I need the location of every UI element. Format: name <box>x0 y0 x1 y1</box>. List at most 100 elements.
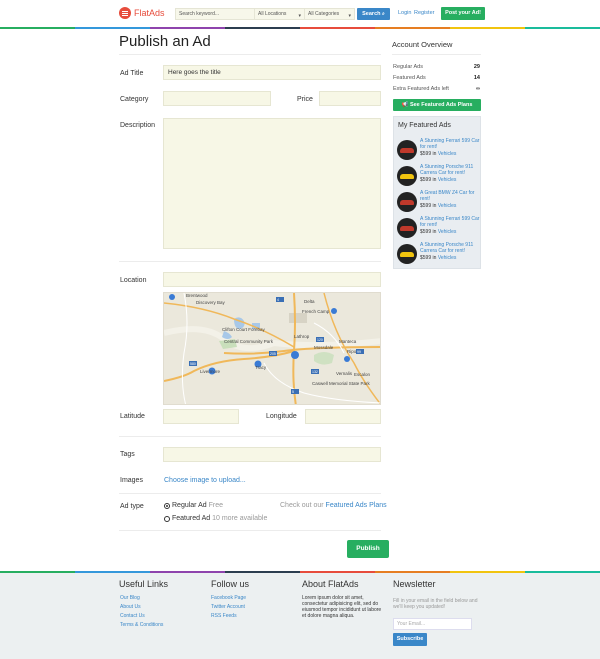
map-place-label: Mossdale <box>314 345 334 350</box>
car-thumbnail[interactable] <box>397 244 417 264</box>
divider <box>119 54 381 55</box>
search-button[interactable]: Search ⌕ <box>357 8 390 20</box>
featured-ad-price: $599 in Vehicles <box>420 177 456 183</box>
newsletter-email-input[interactable]: Your Email... <box>393 618 472 630</box>
stat-value: ∞ <box>476 86 480 92</box>
car-thumbnail[interactable] <box>397 166 417 186</box>
logo-icon <box>119 7 131 19</box>
price-value: $599 <box>420 255 432 261</box>
map-place-label: Tracy <box>255 365 267 370</box>
latitude-input[interactable] <box>163 409 239 424</box>
car-icon <box>400 200 414 205</box>
price-value: $599 <box>420 151 432 157</box>
category-link[interactable]: Vehicles <box>438 203 457 209</box>
ad-type-label: Ad type <box>120 503 144 510</box>
publish-button[interactable]: Publish <box>347 540 389 558</box>
location-label: Location <box>120 277 147 284</box>
location-select[interactable]: All Locations ▾ <box>255 8 305 20</box>
footer-link-terms[interactable]: Terms & Conditions <box>120 622 163 628</box>
footer-link-twitter[interactable]: Twitter Account <box>211 604 245 610</box>
divider <box>119 493 381 494</box>
highway-label: 99 <box>357 350 361 354</box>
login-link[interactable]: Login <box>398 10 411 16</box>
car-thumbnail[interactable] <box>397 192 417 212</box>
featured-ad-item[interactable]: A Stunning Porsche 911 Carrera Car for r… <box>397 164 480 189</box>
category-select[interactable] <box>163 91 271 106</box>
highway-label: 205 <box>270 352 276 356</box>
logo[interactable]: FlatAds <box>119 7 165 19</box>
useful-links-title: Useful Links <box>119 579 169 589</box>
megaphone-icon: 📢 <box>401 102 409 108</box>
top-header: FlatAds Search keyword... All Locations … <box>0 0 600 27</box>
price-in: in <box>432 203 437 209</box>
description-textarea[interactable] <box>163 118 381 249</box>
divider <box>119 530 381 531</box>
footer-link-rss[interactable]: RSS Feeds <box>211 613 237 619</box>
stripe-segment <box>450 27 525 29</box>
featured-ad-title[interactable]: A Great BMW Z4 Car for rent! <box>420 190 480 202</box>
map-place-label: Central Community Park <box>224 339 274 344</box>
stripe-segment <box>150 27 225 29</box>
featured-ad-title[interactable]: A Stunning Porsche 911 Carrera Car for r… <box>420 164 480 176</box>
search-input[interactable]: Search keyword... <box>175 8 255 20</box>
subscribe-button[interactable]: Subscribe <box>393 633 427 646</box>
register-link[interactable]: Register <box>414 10 434 16</box>
chevron-down-icon: ▾ <box>298 13 301 19</box>
see-featured-plans-label: See Featured Ads Plans <box>409 102 473 108</box>
featured-ad-item[interactable]: A Great BMW Z4 Car for rent! $599 in Vehi… <box>397 190 480 215</box>
category-select-value: All Categories <box>308 11 340 17</box>
footer-link-blog[interactable]: Our Blog <box>120 595 140 601</box>
search-button-label: Search <box>362 11 381 17</box>
regular-ad-label: Regular Ad <box>172 502 207 509</box>
post-ad-button[interactable]: Post your Ad! <box>441 7 485 20</box>
radio-featured-ad[interactable]: Featured Ad 10 more available <box>164 515 267 522</box>
price-in: in <box>432 255 437 261</box>
featured-ad-title[interactable]: A Stunning Porsche 911 Carrera Car for r… <box>420 242 480 254</box>
footer-link-contact[interactable]: Contact Us <box>120 613 145 619</box>
footer-link-about[interactable]: About Us <box>120 604 141 610</box>
location-map[interactable]: Brentwood Discovery Bay French Camp Clifton… <box>163 292 381 405</box>
category-select[interactable]: All Categories ▾ <box>305 8 355 20</box>
category-link[interactable]: Vehicles <box>438 151 457 157</box>
featured-ad-item[interactable]: A Stunning Porsche 911 Carrera Car for r… <box>397 242 480 267</box>
featured-ad-title[interactable]: A Stunning Ferrari 599 Car for rent! <box>420 138 480 150</box>
price-in: in <box>432 177 437 183</box>
newsletter-title: Newsletter <box>393 579 436 589</box>
tags-label: Tags <box>120 451 135 458</box>
upload-image-link[interactable]: Choose image to upload... <box>164 477 246 484</box>
car-thumbnail[interactable] <box>397 140 417 160</box>
featured-plans-link[interactable]: Featured Ads Plans <box>326 502 387 509</box>
category-link[interactable]: Vehicles <box>438 229 457 235</box>
footer: Useful Links Our Blog About Us Contact U… <box>0 573 600 659</box>
car-icon <box>400 148 414 153</box>
car-icon <box>400 252 414 257</box>
ad-title-label: Ad Title <box>120 70 144 77</box>
ad-title-input[interactable]: Here goes the title <box>163 65 381 80</box>
price-input[interactable] <box>319 91 381 106</box>
tags-input[interactable] <box>163 447 381 462</box>
stat-value: 14 <box>473 75 480 81</box>
color-stripe-top <box>0 27 600 29</box>
logo-text: FlatAds <box>134 8 165 18</box>
featured-ad-price: $599 in Vehicles <box>420 151 456 157</box>
newsletter-text-line: we'll keep you updated! <box>393 604 446 610</box>
stripe-segment <box>375 27 450 29</box>
location-input[interactable] <box>163 272 381 287</box>
radio-regular-ad[interactable]: Regular Ad Free <box>164 502 223 509</box>
featured-ad-item[interactable]: A Stunning Ferrari 599 Car for rent! $599… <box>397 138 480 163</box>
footer-link-facebook[interactable]: Facebook Page <box>211 595 246 601</box>
map-place-label: Clifton Court Forebay <box>222 327 266 332</box>
map-place-label: Escalon <box>354 372 371 377</box>
longitude-input[interactable] <box>305 409 381 424</box>
featured-ad-item[interactable]: A Stunning Ferrari 599 Car for rent! $599… <box>397 216 480 241</box>
category-link[interactable]: Vehicles <box>438 255 457 261</box>
featured-ad-title[interactable]: A Stunning Ferrari 599 Car for rent! <box>420 216 480 228</box>
featured-ad-price: $599 in Vehicles <box>420 203 456 209</box>
price-in: in <box>432 229 437 235</box>
about-text: Lorem ipsum dolor sit amet, consectetur … <box>302 595 387 619</box>
car-thumbnail[interactable] <box>397 218 417 238</box>
price-in: in <box>432 151 437 157</box>
category-link[interactable]: Vehicles <box>438 177 457 183</box>
see-featured-plans-button[interactable]: 📢 See Featured Ads Plans <box>393 99 481 111</box>
car-icon <box>400 226 414 231</box>
